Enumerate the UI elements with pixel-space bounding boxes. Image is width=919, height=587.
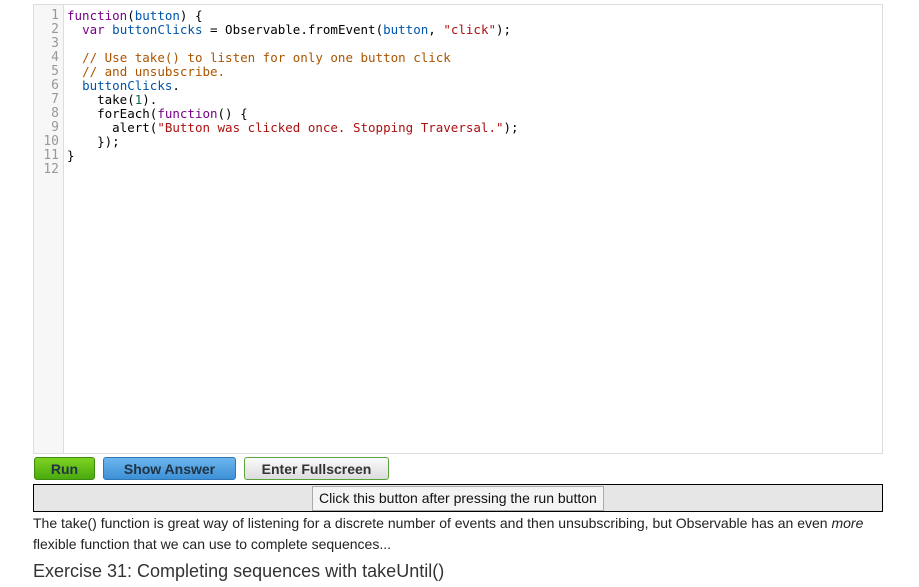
para-text-end: flexible function that we can use to com… bbox=[33, 536, 391, 552]
code-line: // Use take() to listen for only one but… bbox=[67, 51, 451, 65]
para-emphasis: more bbox=[831, 515, 864, 531]
code-token: forEach( bbox=[67, 106, 158, 121]
line-number: 5 bbox=[51, 64, 59, 79]
line-number: 11 bbox=[43, 148, 59, 163]
code-token: } bbox=[67, 148, 75, 163]
line-number: 7 bbox=[51, 92, 59, 107]
code-line: buttonClicks. bbox=[67, 79, 180, 93]
code-token: function bbox=[157, 106, 218, 121]
show-answer-button[interactable]: Show Answer bbox=[103, 457, 236, 480]
code-token: function bbox=[67, 8, 128, 23]
code-token: buttonClicks bbox=[112, 22, 203, 37]
exercise-heading: Exercise 31: Completing sequences with t… bbox=[33, 561, 445, 581]
line-number: 8 bbox=[51, 106, 59, 121]
code-token: "click" bbox=[443, 22, 497, 37]
enter-fullscreen-button[interactable]: Enter Fullscreen bbox=[244, 457, 389, 480]
code-token: ); bbox=[503, 120, 519, 135]
code-token: }); bbox=[67, 134, 120, 149]
code-token: ) { bbox=[179, 8, 203, 23]
click-test-button[interactable]: Click this button after pressing the run… bbox=[312, 486, 604, 511]
line-number: 6 bbox=[51, 78, 59, 93]
code-token: ); bbox=[496, 22, 512, 37]
code-token: var bbox=[82, 22, 105, 37]
code-token: . bbox=[172, 78, 180, 93]
line-number: 12 bbox=[43, 162, 59, 177]
code-token: buttonClicks bbox=[82, 78, 173, 93]
code-token: () { bbox=[217, 106, 248, 121]
code-token: alert( bbox=[67, 120, 158, 135]
code-token: "Button was clicked once. Stopping Trave… bbox=[157, 120, 504, 135]
code-token: button bbox=[134, 8, 180, 23]
code-line: var buttonClicks = Observable.fromEvent(… bbox=[67, 23, 511, 37]
code-line: } bbox=[67, 149, 75, 163]
code-token: // Use take() to listen for only one but… bbox=[82, 50, 451, 65]
run-button[interactable]: Run bbox=[34, 457, 95, 480]
description-paragraph: The take() function is great way of list… bbox=[33, 513, 893, 555]
line-number: 4 bbox=[51, 50, 59, 65]
code-line: alert("Button was clicked once. Stopping… bbox=[67, 120, 519, 135]
code-token: = Observable.fromEvent( bbox=[202, 22, 384, 37]
code-token: // and unsubscribe. bbox=[82, 64, 226, 79]
code-line: function(button) { bbox=[67, 9, 202, 23]
code-token: button bbox=[383, 22, 429, 37]
line-number: 3 bbox=[51, 36, 59, 51]
code-editor[interactable]: 1 2 3 4 5 6 7 8 9 10 11 12 function(button) { var b… bbox=[33, 4, 883, 454]
code-line: }); bbox=[67, 135, 120, 149]
code-line: take(1). bbox=[67, 93, 157, 107]
line-number: 10 bbox=[43, 134, 59, 149]
code-token: , bbox=[428, 22, 444, 37]
line-number: 9 bbox=[51, 120, 59, 135]
output-panel: Click this button after pressing the run… bbox=[33, 484, 883, 512]
code-token: ( bbox=[127, 8, 135, 23]
line-number: 1 bbox=[51, 8, 59, 23]
para-text: The take() function is great way of list… bbox=[33, 515, 832, 531]
code-line: forEach(function() { bbox=[67, 107, 248, 121]
code-token: take( bbox=[67, 92, 135, 107]
code-token: ). bbox=[142, 92, 158, 107]
line-number-gutter: 1 2 3 4 5 6 7 8 9 10 11 12 bbox=[34, 5, 64, 453]
code-line: // and unsubscribe. bbox=[67, 65, 225, 79]
line-number: 2 bbox=[51, 22, 59, 37]
